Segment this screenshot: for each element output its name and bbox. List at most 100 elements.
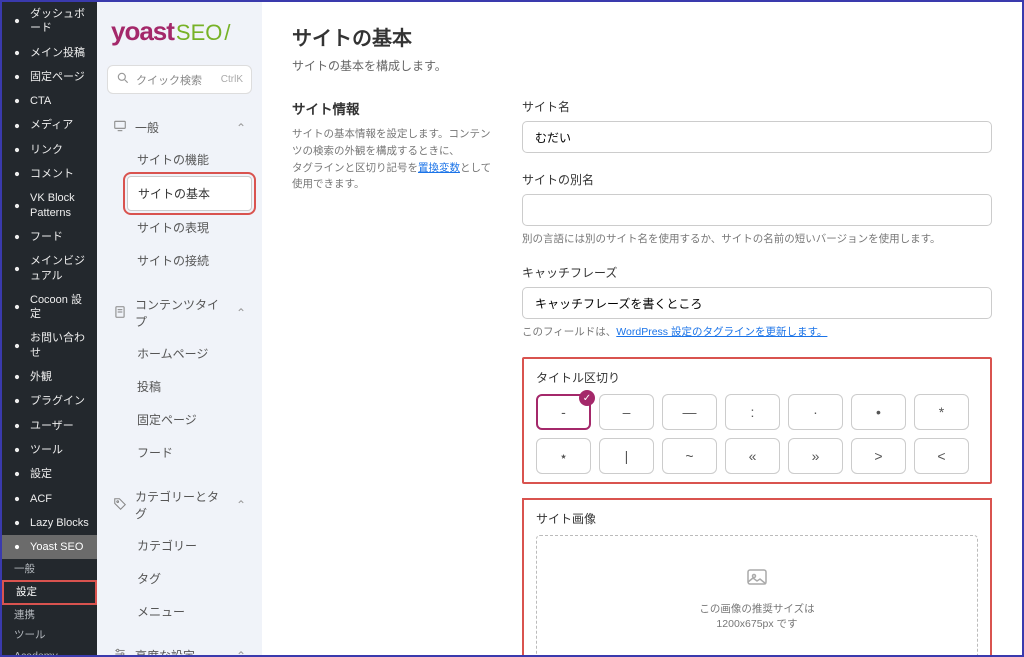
wp-menu-item[interactable]: リンク [2, 138, 97, 162]
wp-menu-item[interactable]: CTA [2, 89, 97, 113]
wp-menu-label: リンク [30, 143, 63, 157]
yoast-nav-item[interactable]: サイトの機能 [127, 143, 252, 176]
page-icon [10, 70, 24, 84]
wp-submenu-item[interactable]: Academy [2, 646, 97, 655]
wp-menu-item[interactable]: 外観 [2, 365, 97, 389]
wp-menu-item[interactable]: プラグイン [2, 389, 97, 413]
yoast-nav-item[interactable]: ホームページ [127, 337, 252, 370]
wp-menu-item[interactable]: コメント [2, 162, 97, 186]
yoast-nav-item[interactable]: サイトの基本 [127, 176, 252, 211]
cocoon-icon [10, 300, 24, 314]
replace-vars-link[interactable]: 置換変数 [418, 162, 460, 174]
separator-option[interactable]: - [536, 394, 591, 430]
separator-option[interactable]: < [914, 438, 969, 474]
wp-menu-label: VK Block Patterns [30, 191, 89, 220]
wp-submenu-item[interactable]: 連携 [2, 605, 97, 626]
yoast-group-title: 高度な設定 [135, 647, 195, 655]
tagline-help: このフィールドは、WordPress 設定のタグラインを更新します。 [522, 324, 992, 339]
wp-menu-item[interactable]: ダッシュボード [2, 2, 97, 41]
wp-menu-item[interactable]: 設定 [2, 462, 97, 486]
section-heading: サイト情報 [292, 98, 492, 118]
chevron-icon: ⌃ [236, 121, 246, 135]
yoast-nav-item[interactable]: カテゴリー [127, 529, 252, 562]
wp-menu-item[interactable]: ユーザー [2, 414, 97, 438]
yoast-nav-item[interactable]: 固定ページ [127, 403, 252, 436]
yoast-nav-item[interactable]: フード [127, 436, 252, 469]
brush-icon [10, 370, 24, 384]
wp-menu-label: Cocoon 設定 [30, 293, 89, 322]
wp-menu-item[interactable]: VK Block Patterns [2, 186, 97, 225]
yoast-group-header[interactable]: コンテンツタイプ⌃ [107, 289, 252, 337]
tagline-input[interactable] [522, 287, 992, 319]
yoast-group-title: コンテンツタイプ [135, 296, 228, 330]
separator-option[interactable]: • [851, 394, 906, 430]
wp-menu-label: CTA [30, 94, 51, 108]
quick-search-input[interactable]: クイック検索 CtrlK [107, 65, 252, 94]
site-name-label: サイト名 [522, 98, 992, 115]
separator-option[interactable]: ⋆ [536, 438, 591, 474]
separator-option[interactable]: > [851, 438, 906, 474]
yoast-group-header[interactable]: 高度な設定 ⌃ [107, 640, 252, 655]
yoast-nav-item[interactable]: タグ [127, 562, 252, 595]
wp-menu-item[interactable]: Yoast SEO [2, 535, 97, 559]
wp-menu-label: 設定 [30, 467, 52, 481]
wp-menu-label: 固定ページ [30, 70, 85, 84]
site-alias-help: 別の言語には別のサイト名を使用するか、サイトの名前の短いバージョンを使用します。 [522, 231, 992, 246]
wp-menu-item[interactable]: メインビジュアル [2, 249, 97, 288]
wp-menu-item[interactable]: メディア [2, 113, 97, 137]
site-alias-input[interactable] [522, 194, 992, 226]
wp-menu-item[interactable]: Lazy Blocks [2, 511, 97, 535]
wp-menu-label: ACF [30, 492, 52, 506]
wp-submenu-item[interactable]: 一般 [2, 559, 97, 580]
separator-option[interactable]: · [788, 394, 843, 430]
wp-menu-item[interactable]: ACF [2, 487, 97, 511]
yoast-nav-item[interactable]: メニュー [127, 595, 252, 628]
wp-menu-item[interactable]: メイン投稿 [2, 41, 97, 65]
wp-menu-label: ユーザー [30, 419, 74, 433]
tagline-wp-link[interactable]: WordPress 設定のタグラインを更新します。 [616, 326, 827, 338]
dashboard-icon [10, 14, 24, 28]
yoast-sidebar: yoast SEO / クイック検索 CtrlK 一般⌃サイトの機能サイトの基本… [97, 2, 262, 655]
wp-menu-label: ダッシュボード [30, 7, 89, 36]
separator-option[interactable]: * [914, 394, 969, 430]
tag-icon [113, 497, 127, 514]
separator-option[interactable]: » [788, 438, 843, 474]
chevron-icon: ⌃ [236, 649, 246, 656]
separator-option[interactable]: | [599, 438, 654, 474]
wp-menu-item[interactable]: ツール [2, 438, 97, 462]
visual-icon [10, 262, 24, 276]
separator-option[interactable]: — [662, 394, 717, 430]
doc-icon [113, 305, 127, 322]
wp-menu-label: Lazy Blocks [30, 516, 89, 530]
site-image-label: サイト画像 [536, 510, 978, 527]
yoast-nav-item[interactable]: 投稿 [127, 370, 252, 403]
tool-icon [10, 443, 24, 457]
wp-menu-item[interactable]: お問い合わせ [2, 326, 97, 365]
yoast-group-title: 一般 [135, 119, 159, 136]
megaphone-icon [10, 94, 24, 108]
yoast-nav-item[interactable]: サイトの接続 [127, 244, 252, 277]
wp-submenu-item[interactable]: 設定 [2, 580, 97, 605]
mail-icon [10, 339, 24, 353]
image-dropzone[interactable]: この画像の推奨サイズは 1200x675px です [536, 535, 978, 655]
wp-menu-item[interactable]: Cocoon 設定 [2, 288, 97, 327]
yoast-group-header[interactable]: 一般 ⌃ [107, 112, 252, 143]
site-image-section: サイト画像 この画像の推奨サイズは 1200x675px です 画像を選択 [522, 498, 992, 655]
wp-menu-label: Yoast SEO [30, 540, 83, 554]
wp-menu-item[interactable]: 固定ページ [2, 65, 97, 89]
wp-menu-item[interactable]: フード [2, 225, 97, 249]
separator-option[interactable]: : [725, 394, 780, 430]
page-subtitle: サイトの基本を構成します。 [292, 57, 992, 74]
wp-menu-label: メディア [30, 118, 73, 132]
site-name-input[interactable] [522, 121, 992, 153]
yoast-nav-item[interactable]: サイトの表現 [127, 211, 252, 244]
page-title: サイトの基本 [292, 22, 992, 51]
wp-submenu-item[interactable]: ツール [2, 625, 97, 646]
main-content: サイトの基本 サイトの基本を構成します。 サイト情報 サイトの基本情報を設定しま… [262, 2, 1022, 655]
separator-option[interactable]: ~ [662, 438, 717, 474]
separator-option[interactable]: – [599, 394, 654, 430]
yoast-group-header[interactable]: カテゴリーとタグ⌃ [107, 481, 252, 529]
separator-label: タイトル区切り [536, 369, 978, 386]
site-alias-label: サイトの別名 [522, 171, 992, 188]
separator-option[interactable]: « [725, 438, 780, 474]
